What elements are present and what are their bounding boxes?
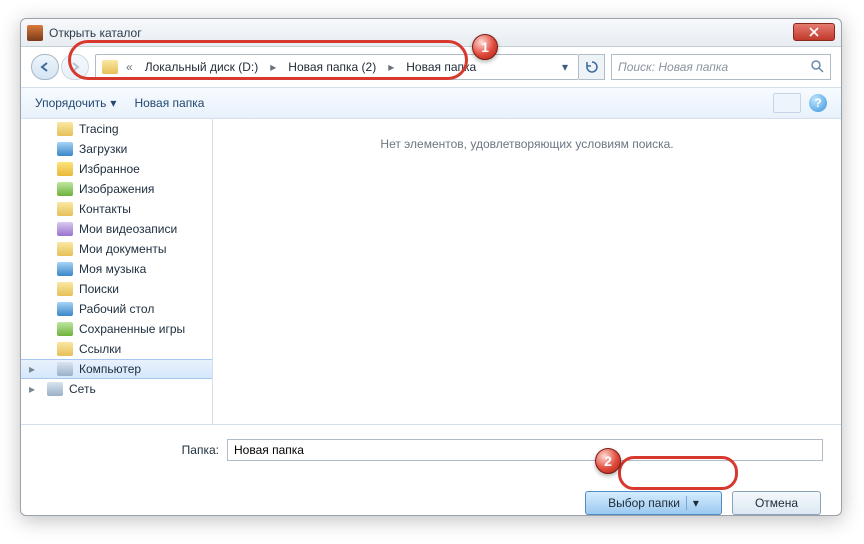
tree-item-label: Моя музыка [79, 262, 146, 276]
tree-item-label: Мои документы [79, 242, 166, 256]
tree-item[interactable]: Мои документы [21, 239, 212, 259]
refresh-icon [585, 60, 599, 74]
breadcrumb-overflow[interactable]: « [122, 60, 137, 74]
green-icon [57, 182, 73, 196]
tree-item-label: Изображения [79, 182, 154, 196]
nav-buttons [31, 54, 89, 80]
tree-item-label: Сеть [69, 382, 96, 396]
app-icon [27, 25, 43, 41]
cancel-button[interactable]: Отмена [732, 491, 821, 515]
select-folder-button[interactable]: Выбор папки ▾ [585, 491, 722, 515]
open-folder-dialog: Открыть каталог « Локальный диск (D:) ▸ … [20, 18, 842, 516]
green-icon [57, 322, 73, 336]
tree-item-label: Поиски [79, 282, 119, 296]
breadcrumb-segment[interactable]: Новая папка (2) [282, 60, 382, 74]
arrow-left-icon [39, 61, 51, 73]
tree-item[interactable]: ▸ Компьютер [21, 359, 212, 379]
chevron-down-icon: ▾ [110, 96, 116, 110]
close-icon [809, 27, 819, 37]
arrow-right-icon [69, 61, 81, 73]
new-folder-button[interactable]: Новая папка [134, 96, 204, 110]
pc-icon [47, 382, 63, 396]
tree-item[interactable]: Сохраненные игры [21, 319, 212, 339]
tree-item[interactable]: Ссылки [21, 339, 212, 359]
nav-row: « Локальный диск (D:) ▸ Новая папка (2) … [21, 47, 841, 87]
folder-icon [102, 60, 118, 74]
blue-icon [57, 262, 73, 276]
tree-item[interactable]: Моя музыка [21, 259, 212, 279]
tree-item-label: Избранное [79, 162, 140, 176]
search-placeholder: Поиск: Новая папка [618, 60, 728, 74]
address-bar[interactable]: « Локальный диск (D:) ▸ Новая папка (2) … [95, 54, 579, 80]
empty-message: Нет элементов, удовлетворяющих условиям … [380, 137, 673, 424]
address-dropdown[interactable]: ▾ [556, 60, 574, 74]
folder-icon [57, 242, 73, 256]
search-icon [810, 59, 824, 76]
search-input[interactable]: Поиск: Новая папка [611, 54, 831, 80]
tree-item[interactable]: Поиски [21, 279, 212, 299]
titlebar: Открыть каталог [21, 19, 841, 47]
blue-icon [57, 142, 73, 156]
expand-icon[interactable]: ▸ [29, 382, 39, 396]
organize-menu[interactable]: Упорядочить ▾ [35, 96, 116, 110]
tree-item-label: Контакты [79, 202, 131, 216]
window-title: Открыть каталог [49, 26, 142, 40]
back-button[interactable] [31, 54, 59, 80]
pc-icon [57, 362, 73, 376]
tree-item[interactable]: Рабочий стол [21, 299, 212, 319]
close-button[interactable] [793, 23, 835, 41]
tree-item-label: Загрузки [79, 142, 127, 156]
tree-item[interactable]: Tracing [21, 119, 212, 139]
annotation-marker-2: 2 [595, 448, 621, 474]
dialog-footer: Папка: Выбор папки ▾ Отмена [21, 425, 841, 515]
tree-item[interactable]: Изображения [21, 179, 212, 199]
breadcrumb-segment[interactable]: Новая папка [400, 60, 482, 74]
tree-item[interactable]: Избранное [21, 159, 212, 179]
forward-button[interactable] [61, 54, 89, 80]
tree-item-label: Tracing [79, 122, 119, 136]
toolbar: Упорядочить ▾ Новая папка ? [21, 87, 841, 119]
purple-icon [57, 222, 73, 236]
tree-item-label: Рабочий стол [79, 302, 154, 316]
address-bar-wrap: « Локальный диск (D:) ▸ Новая папка (2) … [95, 54, 605, 80]
folder-icon [57, 282, 73, 296]
tree-item-label: Сохраненные игры [79, 322, 185, 336]
help-button[interactable]: ? [809, 94, 827, 112]
blue-icon [57, 302, 73, 316]
view-options-button[interactable] [773, 93, 801, 113]
tree-item[interactable]: Мои видеозаписи [21, 219, 212, 239]
breadcrumb-segment[interactable]: Локальный диск (D:) [139, 60, 265, 74]
folder-icon [57, 122, 73, 136]
chevron-right-icon: ▸ [384, 60, 398, 74]
tree-item-label: Мои видеозаписи [79, 222, 177, 236]
folder-name-input[interactable] [227, 439, 823, 461]
chevron-right-icon: ▸ [266, 60, 280, 74]
folder-icon [57, 342, 73, 356]
tree-item-label: Ссылки [79, 342, 121, 356]
tree-item[interactable]: Контакты [21, 199, 212, 219]
dialog-body: Tracing Загрузки Избранное Изображения Конта… [21, 119, 841, 425]
file-list: Нет элементов, удовлетворяющих условиям … [213, 119, 841, 424]
folder-tree[interactable]: Tracing Загрузки Избранное Изображения Конта… [21, 119, 213, 424]
folder-icon [57, 202, 73, 216]
expand-icon[interactable]: ▸ [29, 362, 39, 376]
star-icon [57, 162, 73, 176]
annotation-marker-1: 1 [472, 34, 498, 60]
tree-item-label: Компьютер [79, 362, 141, 376]
tree-item[interactable]: ▸ Сеть [21, 379, 212, 399]
refresh-button[interactable] [579, 54, 605, 80]
folder-field-label: Папка: [39, 443, 219, 457]
dropdown-split-icon[interactable]: ▾ [686, 496, 699, 510]
tree-item[interactable]: Загрузки [21, 139, 212, 159]
